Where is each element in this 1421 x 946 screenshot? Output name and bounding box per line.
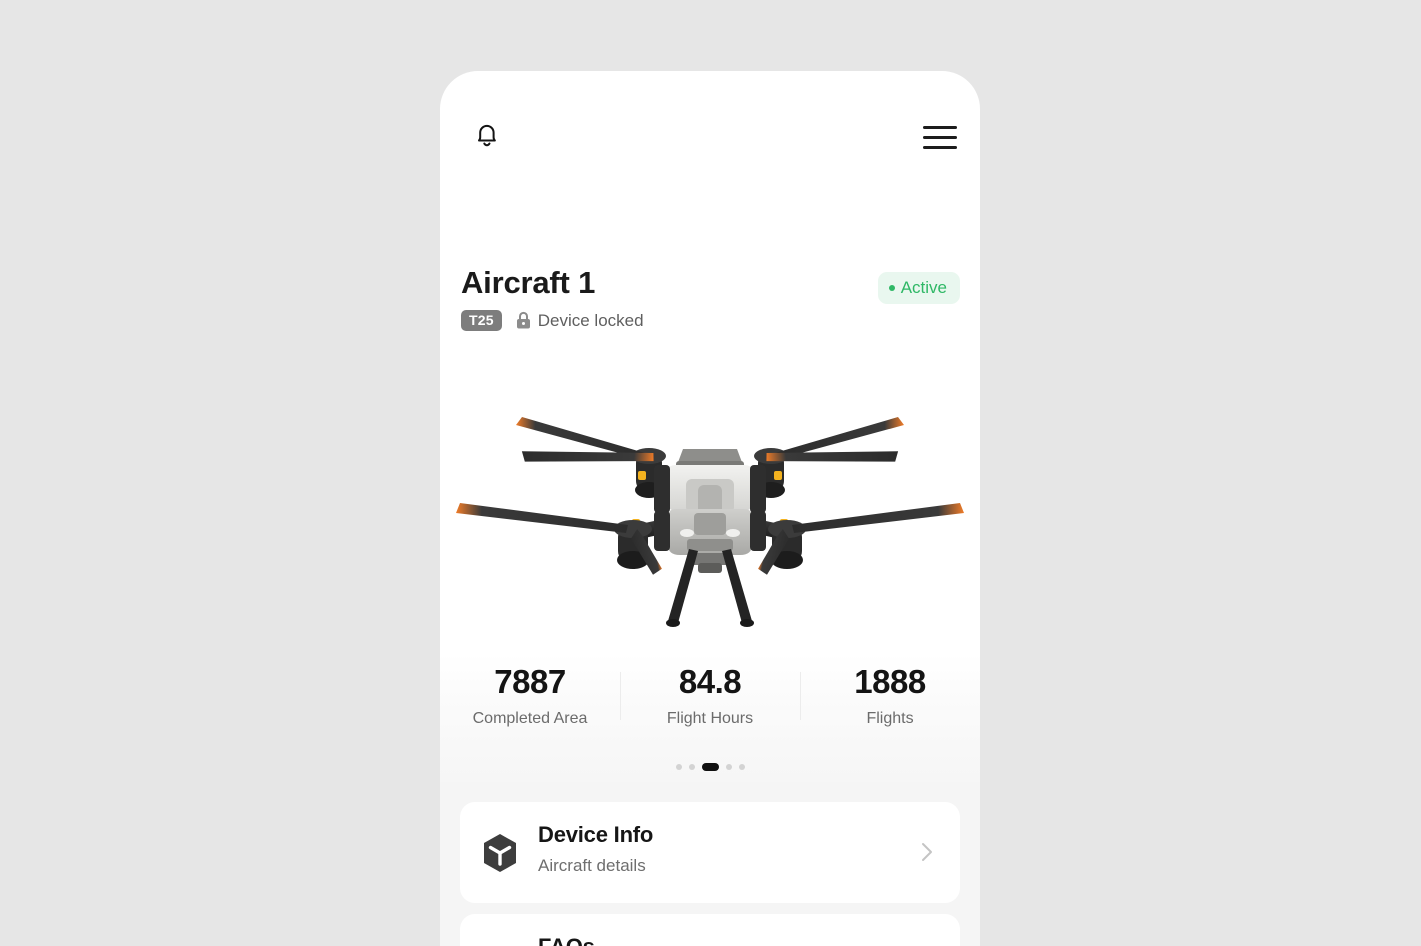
- status-badge-label: Active: [900, 278, 947, 297]
- aircraft-hero-image: [440, 353, 980, 653]
- notifications-button[interactable]: [462, 113, 512, 161]
- stats-row: 7887 Completed Area 84.8 Flight Hours 18…: [440, 662, 980, 746]
- drone-illustration: [456, 417, 964, 627]
- phone-frame: Aircraft 1 Active T25 Device locked 7887…: [440, 71, 980, 946]
- carousel-dot[interactable]: [725, 764, 732, 770]
- stat-value: 84.8: [678, 663, 742, 700]
- hamburger-menu-icon-bar: [923, 135, 957, 139]
- list-item-title: Device Info: [538, 822, 654, 847]
- stat-label: Flight Hours: [666, 710, 754, 727]
- hamburger-menu-icon-bar: [923, 145, 957, 149]
- list-item-text: FAQs FAQs and tutorials: [538, 933, 678, 946]
- cube-icon: [479, 832, 521, 874]
- list-item-title: FAQs: [538, 934, 595, 946]
- page-title: Aircraft 1: [461, 265, 596, 300]
- subtitle-row: T25 Device locked: [461, 310, 644, 331]
- stats-carousel[interactable]: 7887 Completed Area 84.8 Flight Hours 18…: [440, 654, 980, 782]
- carousel-dot[interactable]: [675, 764, 682, 770]
- device-lock-label: Device locked: [537, 310, 644, 330]
- model-badge: T25: [461, 310, 502, 331]
- hamburger-menu-icon: [923, 125, 957, 129]
- header-block: Aircraft 1 Active T25 Device locked: [440, 249, 980, 349]
- stat-flight-hours: 84.8 Flight Hours: [620, 662, 800, 746]
- lock-icon: [515, 311, 532, 330]
- carousel-pagination[interactable]: [440, 761, 980, 773]
- carousel-dot[interactable]: [738, 764, 745, 770]
- stat-completed-area: 7887 Completed Area: [440, 662, 620, 746]
- menu-list: Device Info Aircraft details ? FAQs FAQs…: [440, 782, 980, 946]
- stat-flights: 1888 Flights: [800, 662, 980, 746]
- stat-value: 1888: [854, 663, 926, 700]
- app-bar: [440, 71, 980, 179]
- bell-icon: [472, 119, 502, 156]
- chevron-right-icon[interactable]: [916, 840, 938, 864]
- menu-button[interactable]: [916, 115, 964, 159]
- stat-label: Flights: [866, 710, 914, 727]
- carousel-dot-active[interactable]: [701, 763, 719, 771]
- stat-label: Completed Area: [472, 710, 588, 727]
- status-badge: Active: [877, 272, 960, 304]
- list-item-text: Device Info Aircraft details: [538, 821, 653, 877]
- device-lock-status: Device locked: [515, 311, 644, 331]
- list-item-faqs[interactable]: ? FAQs FAQs and tutorials: [460, 914, 960, 946]
- stat-value: 7887: [494, 663, 566, 700]
- carousel-dot[interactable]: [688, 764, 695, 770]
- list-item-device-info[interactable]: Device Info Aircraft details: [460, 802, 960, 903]
- list-item-subtitle: Aircraft details: [538, 856, 646, 875]
- status-dot-icon: [888, 285, 895, 291]
